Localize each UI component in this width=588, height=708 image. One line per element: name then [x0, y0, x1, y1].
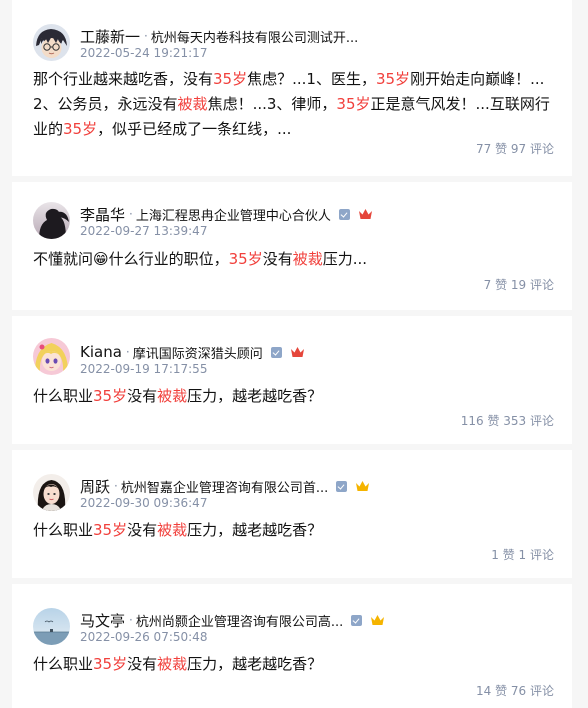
comment-content[interactable]: 那个行业越来越吃香，没有35岁焦虑？...1、医生，35岁刚开始走向巅峰！...… [33, 67, 552, 142]
comment-stats[interactable]: 7 赞 19 评论 [484, 276, 554, 293]
author-title: 杭州尚颢企业管理咨询有限公司高... [135, 614, 344, 630]
comment-text: 焦虑？...1、医生， [247, 70, 376, 88]
highlight-keyword: 被裁 [157, 521, 188, 539]
highlight-keyword: 35岁 [213, 70, 248, 88]
comment-date: 2022-09-30 09:36:47 [80, 496, 208, 510]
author-title: 上海汇程思冉企业管理中心合伙人 [135, 208, 331, 224]
comment-meta: 李晶华 · 上海汇程思冉企业管理中心合伙人 [80, 204, 556, 224]
comment-text: 不懂就问😁什么行业的职位， [33, 250, 229, 268]
red-crown-icon [290, 346, 305, 358]
separator-dot: · [129, 207, 133, 221]
comment-card: 周跃 · 杭州智嘉企业管理咨询有限公司首... 2022-09-30 09:36… [12, 450, 572, 578]
verified-badge-icon [270, 346, 282, 358]
highlight-keyword: 35岁 [336, 95, 371, 113]
comment-meta: Kiana · 摩讯国际资深猎头顾问 [80, 342, 556, 362]
highlight-keyword: 35岁 [375, 70, 411, 88]
comment-text: 什么职业 [33, 521, 94, 539]
highlight-keyword: 35岁 [228, 250, 263, 268]
anime-boy-avatar[interactable] [33, 24, 70, 61]
comment-text: 压力... [322, 250, 368, 268]
comment-text: 什么职业 [33, 655, 94, 673]
gold-crown-icon [370, 614, 385, 626]
verified-badge-icon [338, 208, 350, 220]
comment-meta: 马文亭 · 杭州尚颢企业管理咨询有限公司高... [80, 610, 556, 630]
comment-stats[interactable]: 14 赞 76 评论 [476, 682, 554, 699]
comment-stats[interactable]: 116 赞 353 评论 [461, 412, 554, 429]
comment-date: 2022-05-24 19:21:17 [80, 46, 208, 60]
comment-text: 那个行业越来越吃香，没有 [33, 70, 214, 88]
separator-dot: · [114, 479, 118, 493]
comment-card: 马文亭 · 杭州尚颢企业管理咨询有限公司高... 2022-09-26 07:5… [12, 584, 572, 708]
author-name[interactable]: Kiana [80, 343, 122, 361]
separator-dot: · [125, 345, 130, 359]
verified-badge-icon [336, 480, 348, 492]
comment-card: 工藤新一 · 杭州每天内卷科技有限公司测试开... 2022-05-24 19:… [12, 0, 572, 176]
comment-content[interactable]: 什么职业35岁没有被裁压力，越老越吃香？ [33, 384, 552, 409]
highlight-keyword: 被裁 [157, 387, 188, 405]
verified-badge-icon [351, 614, 363, 626]
comment-date: 2022-09-27 13:39:47 [80, 224, 208, 238]
anime-girl-avatar[interactable] [33, 338, 70, 375]
highlight-keyword: 35岁 [93, 521, 128, 539]
comment-content[interactable]: 什么职业35岁没有被裁压力，越老越吃香？ [33, 518, 552, 543]
author-name[interactable]: 工藤新一 [80, 26, 140, 46]
comment-content[interactable]: 不懂就问😁什么行业的职位，35岁没有被裁压力... [33, 247, 552, 272]
author-name[interactable]: 周跃 [80, 476, 110, 496]
highlight-keyword: 被裁 [177, 95, 208, 113]
silhouette-avatar[interactable] [33, 202, 70, 239]
author-name[interactable]: 马文亭 [80, 610, 125, 630]
highlight-keyword: 35岁 [93, 387, 128, 405]
comment-text: 没有 [262, 250, 293, 268]
woman-portrait-avatar[interactable] [33, 474, 70, 511]
author-title: 杭州智嘉企业管理咨询有限公司首... [120, 480, 329, 496]
highlight-keyword: 35岁 [63, 120, 98, 138]
comment-text: 焦虑！...3、律师， [207, 95, 337, 113]
comment-stats[interactable]: 1 赞 1 评论 [491, 546, 554, 563]
comment-text: 没有 [127, 655, 158, 673]
highlight-keyword: 35岁 [93, 655, 128, 673]
comment-text: 压力，越老越吃香？ [187, 521, 323, 539]
comment-card: 李晶华 · 上海汇程思冉企业管理中心合伙人 2022-09-27 13:39:4… [12, 182, 572, 310]
comment-content[interactable]: 什么职业35岁没有被裁压力，越老越吃香？ [33, 652, 552, 677]
author-name[interactable]: 李晶华 [80, 204, 125, 224]
comment-date: 2022-09-26 07:50:48 [80, 630, 208, 644]
comment-text: 没有 [127, 521, 158, 539]
comment-meta: 工藤新一 · 杭州每天内卷科技有限公司测试开... [80, 26, 556, 46]
separator-dot: · [129, 613, 133, 627]
comment-meta: 周跃 · 杭州智嘉企业管理咨询有限公司首... [80, 476, 556, 496]
highlight-keyword: 被裁 [292, 250, 323, 268]
highlight-keyword: 被裁 [157, 655, 188, 673]
comment-text: 压力，越老越吃香？ [187, 655, 323, 673]
comment-date: 2022-09-19 17:17:55 [80, 362, 208, 376]
author-title: 杭州每天内卷科技有限公司测试开... [150, 30, 359, 46]
separator-dot: · [144, 29, 148, 43]
author-title: 摩讯国际资深猎头顾问 [132, 346, 263, 362]
comment-text: 什么职业 [33, 387, 94, 405]
comment-text: 压力，越老越吃香？ [187, 387, 323, 405]
seascape-avatar[interactable] [33, 608, 70, 645]
gold-crown-icon [355, 480, 370, 492]
comment-stats[interactable]: 77 赞 97 评论 [476, 140, 554, 157]
red-crown-icon [358, 208, 373, 220]
comment-text: ，似乎已经成了一条红线，... [97, 120, 292, 138]
comment-card: Kiana · 摩讯国际资深猎头顾问 2022-09-19 17:17:55 什… [12, 316, 572, 444]
comment-text: 没有 [127, 387, 158, 405]
